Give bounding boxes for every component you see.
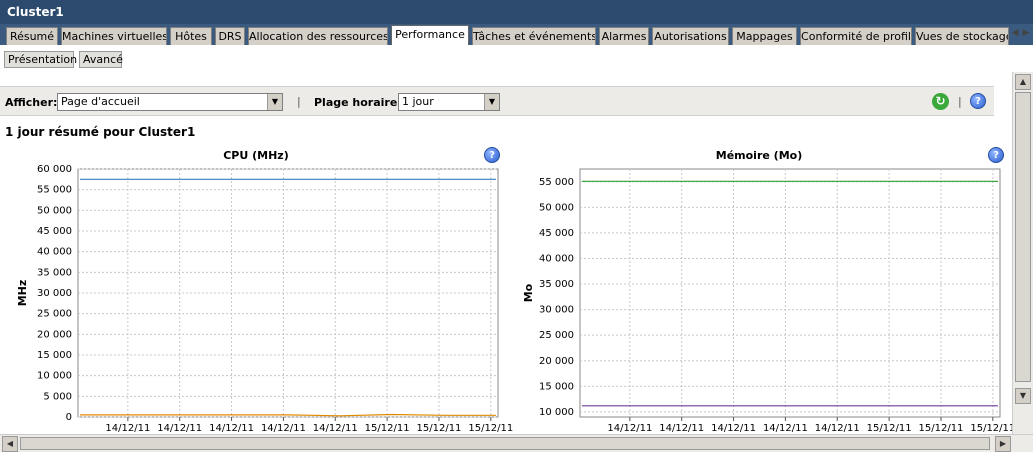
- y-axis-label: Mo: [522, 283, 535, 302]
- scroll-left-icon[interactable]: ◀: [2, 436, 18, 452]
- tab-strip: Résumé Machines virtuelles Hôtes DRS All…: [0, 24, 1033, 45]
- tab-drs[interactable]: DRS: [215, 27, 245, 45]
- x-tick-label: 14/12/11: [763, 423, 808, 434]
- y-tick-label: 35 000: [37, 267, 72, 278]
- y-axis-label: MHz: [16, 280, 29, 307]
- x-tick-label: 15/12/11: [867, 423, 912, 434]
- y-tick-label: 15 000: [539, 381, 574, 392]
- window-title-bar: Cluster1: [0, 0, 1033, 24]
- x-tick-label: 14/12/11: [105, 423, 150, 434]
- subtab-bar: Présentation Avancé: [0, 45, 1033, 72]
- y-tick-label: 40 000: [37, 247, 72, 258]
- y-tick-label: 50 000: [539, 202, 574, 213]
- window-title: Cluster1: [7, 5, 64, 19]
- tab-machines-virtuelles[interactable]: Machines virtuelles: [61, 27, 167, 45]
- vertical-scrollbar[interactable]: ▲ ▼: [1012, 72, 1033, 434]
- y-tick-label: 45 000: [539, 228, 574, 239]
- y-tick-label: 30 000: [37, 288, 72, 299]
- tab-mappages[interactable]: Mappages: [732, 27, 797, 45]
- tab-conformite-profil[interactable]: Conformité de profil: [800, 27, 912, 45]
- tab-vues-stockage[interactable]: Vues de stockage: [915, 27, 1009, 45]
- x-tick-label: 14/12/11: [157, 423, 202, 434]
- subtab-advanced[interactable]: Avancé: [79, 51, 123, 68]
- scroll-right-icon[interactable]: ▶: [995, 436, 1011, 452]
- y-tick-label: 60 000: [37, 164, 72, 175]
- horizontal-scrollbar[interactable]: ◀ ▶: [0, 434, 1033, 452]
- y-tick-label: 30 000: [539, 305, 574, 316]
- tab-allocation-ressources[interactable]: Allocation des ressources: [248, 27, 388, 45]
- horizontal-scroll-thumb[interactable]: [20, 437, 990, 450]
- y-tick-label: 55 000: [37, 185, 72, 196]
- x-tick-label: 14/12/11: [659, 423, 704, 434]
- performance-panel: Afficher: Page d'accueil ▼ | Plage horai…: [0, 72, 1012, 434]
- y-tick-label: 0: [66, 412, 72, 423]
- x-tick-label: 14/12/11: [313, 423, 358, 434]
- x-tick-label: 14/12/11: [261, 423, 306, 434]
- x-tick-label: 14/12/11: [815, 423, 860, 434]
- tab-scroll-right-icon[interactable]: ▶: [1021, 28, 1031, 42]
- x-tick-label: 15/12/11: [417, 423, 462, 434]
- x-tick-label: 15/12/11: [970, 423, 1012, 434]
- y-tick-label: 20 000: [37, 329, 72, 340]
- scroll-up-icon[interactable]: ▲: [1015, 74, 1031, 90]
- x-tick-label: 15/12/11: [919, 423, 964, 434]
- x-tick-label: 15/12/11: [365, 423, 410, 434]
- y-tick-label: 5 000: [43, 391, 72, 402]
- tab-alarmes[interactable]: Alarmes: [599, 27, 649, 45]
- tab-autorisations[interactable]: Autorisations: [652, 27, 729, 45]
- x-tick-label: 14/12/11: [209, 423, 254, 434]
- vertical-scroll-thumb[interactable]: [1015, 92, 1031, 382]
- x-tick-label: 15/12/11: [468, 423, 513, 434]
- y-tick-label: 10 000: [37, 371, 72, 382]
- y-tick-label: 15 000: [37, 350, 72, 361]
- y-tick-label: 55 000: [539, 177, 574, 188]
- tab-resume[interactable]: Résumé: [6, 27, 58, 45]
- y-tick-label: 45 000: [37, 226, 72, 237]
- scroll-down-icon[interactable]: ▼: [1015, 388, 1031, 404]
- tab-performance[interactable]: Performance: [391, 25, 469, 45]
- y-tick-label: 10 000: [539, 407, 574, 418]
- tab-scroll-left-icon[interactable]: ◀: [1010, 28, 1020, 42]
- tab-hotes[interactable]: Hôtes: [170, 27, 212, 45]
- charts-canvas: 0 5 000 10 000 15 000 20 000 25 000 30 000 35 0…: [16, 164, 1012, 434]
- y-tick-label: 35 000: [539, 279, 574, 290]
- x-tick-label: 14/12/11: [607, 423, 652, 434]
- x-tick-label: 14/12/11: [711, 423, 756, 434]
- y-tick-label: 50 000: [37, 205, 72, 216]
- subtab-overview[interactable]: Présentation: [4, 51, 77, 68]
- chart-plot-area: [579, 168, 1001, 418]
- tab-taches-evenements[interactable]: Tâches et événements: [472, 27, 596, 45]
- y-tick-label: 20 000: [539, 356, 574, 367]
- y-tick-label: 25 000: [539, 330, 574, 341]
- y-tick-label: 40 000: [539, 253, 574, 264]
- y-tick-label: 25 000: [37, 309, 72, 320]
